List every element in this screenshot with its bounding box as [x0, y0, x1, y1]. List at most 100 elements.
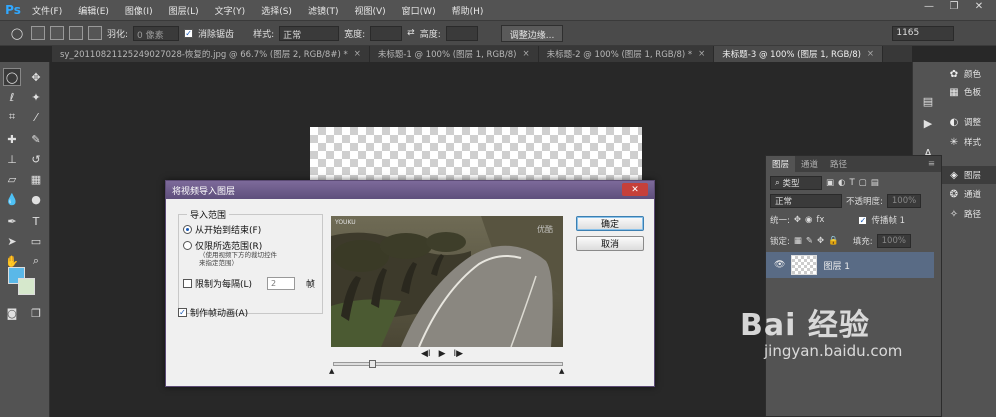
pen-tool-icon[interactable]: ✒ [3, 212, 21, 230]
animation-checkbox[interactable]: ✓ [178, 308, 187, 317]
tab-paths[interactable]: 路径 [824, 158, 853, 170]
menu-help[interactable]: 帮助(H) [444, 4, 492, 17]
animation-row[interactable]: ✓ 制作帧动画(A) [178, 306, 248, 319]
menu-type[interactable]: 文字(Y) [207, 4, 254, 17]
previous-frame-icon[interactable]: ◀I [421, 349, 431, 359]
ellipse-marquee-icon[interactable]: ◯ [8, 24, 26, 42]
dialog-close-button[interactable]: ✕ [622, 183, 648, 196]
intersect-selection-icon[interactable] [88, 26, 102, 40]
channels-panel-button[interactable]: ❂ 通道 [948, 188, 981, 201]
new-selection-icon[interactable] [31, 26, 45, 40]
trim-end-handle[interactable]: ▲ [559, 367, 564, 375]
eraser-tool-icon[interactable]: ▱ [3, 170, 21, 188]
refine-edge-button[interactable]: 调整边缘... [500, 24, 564, 42]
close-window-button[interactable]: ✕ [970, 1, 988, 17]
subtract-selection-icon[interactable] [69, 26, 83, 40]
layer-name[interactable]: 图层 1 [823, 259, 850, 272]
option-selected-radio[interactable] [183, 241, 192, 250]
tab-document-4[interactable]: 未标题-3 @ 100% (图层 1, RGB/8) × [714, 46, 884, 62]
panel-menu-icon[interactable]: ≡ [922, 159, 941, 169]
close-tab-icon[interactable]: × [354, 49, 361, 59]
gradient-tool-icon[interactable]: ▦ [27, 170, 45, 188]
clone-stamp-tool-icon[interactable]: ⊥ [3, 150, 21, 168]
blend-mode-select[interactable]: 正常 [770, 194, 842, 208]
rectangle-tool-icon[interactable]: ▭ [27, 232, 45, 250]
filter-pixel-icon[interactable]: ▣ [826, 178, 834, 188]
lock-paint-icon[interactable]: ✎ [806, 236, 813, 246]
lasso-tool-icon[interactable]: ℓ [3, 88, 21, 106]
unify-position-icon[interactable]: ✥ [794, 215, 801, 225]
adjustments-panel-button[interactable]: ◐ 调整 [948, 116, 981, 129]
ellipse-marquee-tool-icon[interactable]: ◯ [3, 68, 21, 86]
quick-mask-icon[interactable]: ◙ [3, 304, 21, 322]
magic-wand-tool-icon[interactable]: ✦ [27, 88, 45, 106]
ok-button[interactable]: 确定 [576, 216, 644, 231]
paths-panel-button[interactable]: ✧ 路径 [948, 208, 981, 221]
layer-row[interactable]: 👁 图层 1 [766, 252, 934, 278]
unify-style-icon[interactable]: fx [816, 215, 824, 225]
menu-layer[interactable]: 图层(L) [161, 4, 207, 17]
option-all-row[interactable]: 从开始到结束(F) [183, 223, 261, 236]
lock-all-icon[interactable]: 🔒 [828, 236, 839, 246]
blur-tool-icon[interactable]: 💧 [3, 190, 21, 208]
tab-layers[interactable]: 图层 [766, 156, 796, 172]
filter-adjustment-icon[interactable]: ◐ [838, 178, 845, 188]
actions-panel-icon[interactable]: ▶ [919, 114, 937, 132]
screen-mode-icon[interactable]: ❐ [27, 304, 45, 322]
layer-filter-select[interactable]: ⌕ 类型 [770, 176, 822, 190]
lock-position-icon[interactable]: ✥ [817, 236, 824, 246]
color-panel-button[interactable]: ✿ 颜色 [948, 68, 981, 81]
brush-tool-icon[interactable]: ✎ [27, 130, 45, 148]
layers-panel-button[interactable]: ◈ 图层 [942, 166, 996, 184]
feather-input[interactable]: 0 像素 [133, 25, 180, 41]
swap-icon[interactable]: ⇄ [407, 28, 415, 38]
close-tab-icon[interactable]: × [522, 49, 529, 59]
next-frame-icon[interactable]: I▶ [454, 349, 464, 359]
timeline-scrubber[interactable] [333, 360, 563, 368]
limit-input[interactable]: 2 [267, 277, 296, 290]
cancel-button[interactable]: 取消 [576, 236, 644, 251]
move-tool-icon[interactable]: ✥ [27, 68, 45, 86]
menu-select[interactable]: 选择(S) [253, 4, 300, 17]
history-panel-icon[interactable]: ▤ [919, 92, 937, 110]
add-selection-icon[interactable] [50, 26, 64, 40]
background-color-swatch[interactable] [18, 278, 35, 295]
minimize-button[interactable]: — [920, 1, 938, 17]
limit-checkbox[interactable] [183, 279, 192, 288]
scrubber-handle[interactable] [369, 360, 376, 368]
menu-view[interactable]: 视图(V) [346, 4, 393, 17]
width-input[interactable] [370, 25, 403, 41]
styles-panel-button[interactable]: ✳ 样式 [948, 136, 981, 149]
menu-edit[interactable]: 编辑(E) [70, 4, 117, 17]
healing-brush-tool-icon[interactable]: ✚ [3, 130, 21, 148]
tab-document-3[interactable]: 未标题-2 @ 100% (图层 1, RGB/8) * × [539, 46, 715, 62]
height-input[interactable] [445, 25, 478, 41]
style-select[interactable]: 正常 [279, 25, 340, 41]
propagate-checkbox[interactable]: ✓ [858, 215, 868, 225]
workspace-select[interactable]: 1165 [892, 25, 955, 41]
filter-shape-icon[interactable]: ▢ [859, 178, 867, 188]
trim-start-handle[interactable]: ▲ [329, 367, 334, 375]
unify-visibility-icon[interactable]: ◉ [805, 215, 812, 225]
eye-icon[interactable]: 👁 [774, 260, 785, 270]
zoom-tool-icon[interactable]: ⌕ [27, 252, 45, 270]
lock-transparent-icon[interactable]: ▦ [794, 236, 802, 246]
menu-window[interactable]: 窗口(W) [394, 4, 444, 17]
type-tool-icon[interactable]: T [27, 212, 45, 230]
restore-button[interactable]: ❐ [945, 1, 963, 17]
tab-document-1[interactable]: sy_20110821125249027028-恢复的.jpg @ 66.7% … [52, 46, 370, 62]
menu-filter[interactable]: 滤镜(T) [300, 4, 347, 17]
antialias-checkbox[interactable]: ✓ [184, 28, 194, 38]
tab-channels[interactable]: 通道 [795, 158, 824, 170]
option-all-radio[interactable] [183, 225, 192, 234]
menu-file[interactable]: 文件(F) [24, 4, 70, 17]
path-selection-tool-icon[interactable]: ➤ [3, 232, 21, 250]
dodge-tool-icon[interactable]: ● [27, 190, 45, 208]
close-tab-icon[interactable]: × [698, 49, 705, 59]
fill-input[interactable]: 100% [876, 234, 911, 248]
tab-document-2[interactable]: 未标题-1 @ 100% (图层 1, RGB/8) × [370, 46, 539, 62]
filter-smart-icon[interactable]: ▤ [871, 178, 879, 188]
play-icon[interactable]: ▶ [439, 349, 446, 359]
crop-tool-icon[interactable]: ⌗ [3, 108, 21, 126]
eyedropper-tool-icon[interactable]: ⁄ [27, 108, 45, 126]
